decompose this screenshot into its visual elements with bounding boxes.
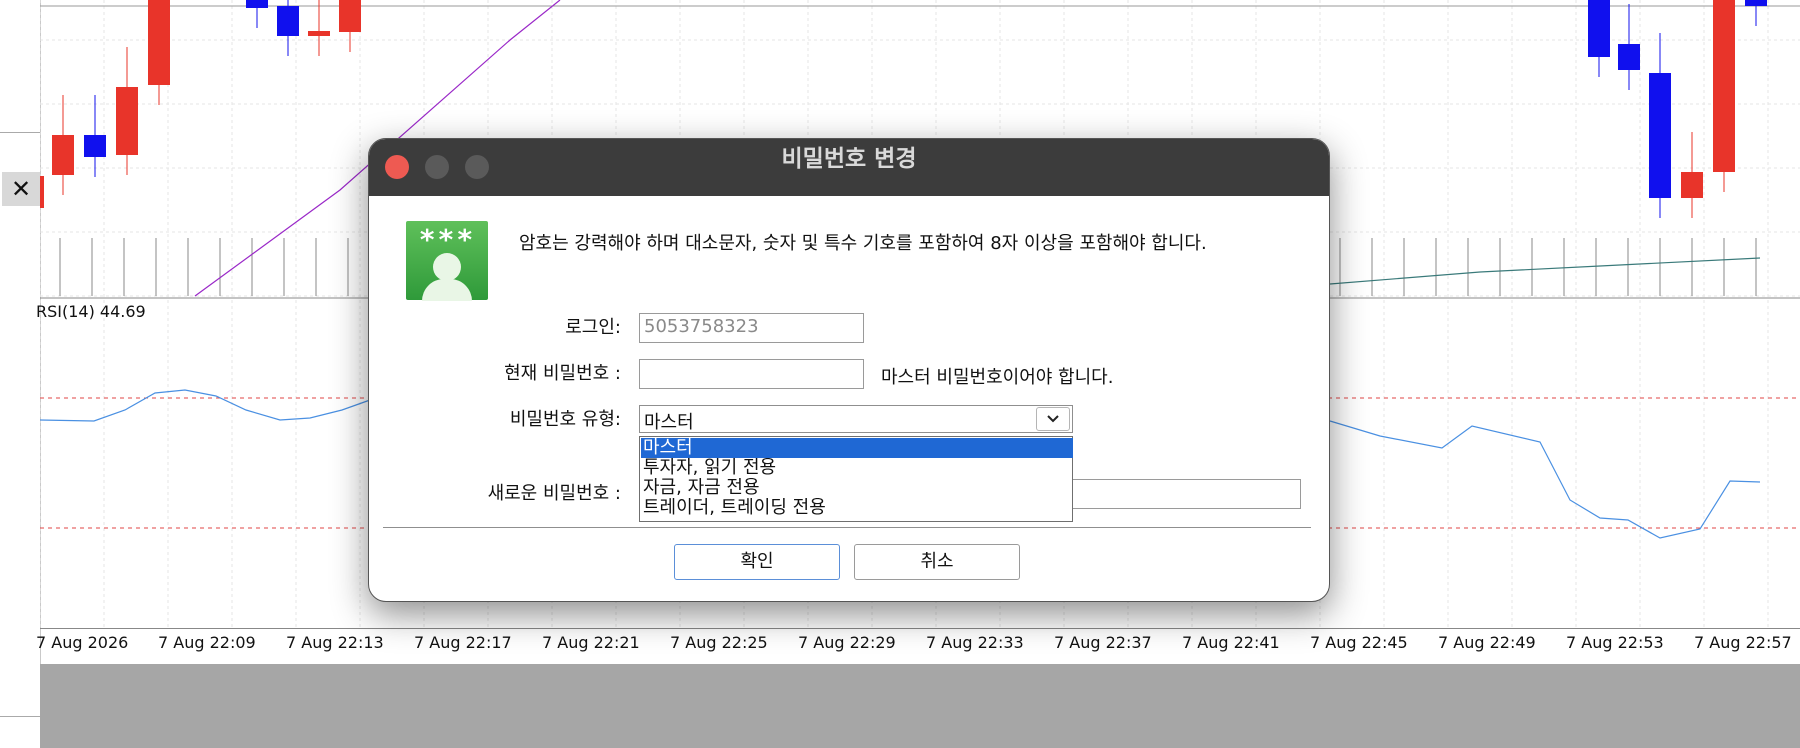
chevron-down-icon [1047, 415, 1059, 423]
option-trader[interactable]: 트레이더, 트레이딩 전용 [641, 498, 1073, 518]
candlestick [339, 0, 361, 32]
candlestick [1745, 0, 1767, 6]
user-password-icon: *** [406, 221, 488, 301]
ok-button[interactable]: 확인 [674, 544, 840, 580]
option-investor[interactable]: 투자자, 읽기 전용 [641, 458, 1073, 478]
panel-divider [0, 132, 40, 133]
time-tick-label: 7 Aug 22:13 [286, 633, 384, 652]
user-head-shape [433, 253, 461, 281]
candlestick [52, 135, 74, 175]
time-tick-label: 7 Aug 22:25 [670, 633, 768, 652]
dropdown-button[interactable] [1036, 407, 1070, 431]
dialog-titlebar[interactable]: 비밀번호 변경 [369, 139, 1329, 196]
candlestick [246, 0, 268, 8]
time-tick-label: 7 Aug 22:17 [414, 633, 512, 652]
time-tick-label: 7 Aug 22:53 [1566, 633, 1664, 652]
time-tick-label: 7 Aug 22:29 [798, 633, 896, 652]
current-password-label: 현재 비밀번호 : [504, 363, 621, 384]
login-label: 로그인: [565, 317, 621, 338]
change-password-dialog: 비밀번호 변경 *** 암호는 강력해야 하며 대소문자, 숫자 및 특수 기호… [368, 138, 1330, 602]
current-password-input[interactable] [639, 359, 864, 389]
volume-average-line [1329, 257, 1761, 285]
dialog-title: 비밀번호 변경 [781, 146, 917, 172]
panel-divider [0, 716, 40, 717]
bottom-panel [40, 664, 1800, 748]
time-tick-label: 7 Aug 22:21 [542, 633, 640, 652]
option-funds[interactable]: 자금, 자금 전용 [641, 478, 1073, 498]
password-stars: *** [418, 223, 476, 256]
candlestick [116, 87, 138, 155]
user-body-shape [422, 279, 472, 301]
candlestick [1681, 172, 1703, 198]
dialog-divider [383, 527, 1311, 528]
candlestick [1618, 44, 1640, 70]
rsi-line [40, 389, 371, 422]
time-tick-label: 7 Aug 2026 [36, 633, 129, 652]
time-tick-label: 7 Aug 22:37 [1054, 633, 1152, 652]
candlestick [84, 135, 106, 157]
password-type-select[interactable]: 마스터 [639, 405, 1073, 433]
left-panel-strip: ✕ [0, 0, 41, 748]
time-tick-label: 7 Aug 22:09 [158, 633, 256, 652]
candlestick [1649, 73, 1671, 198]
time-tick-label: 7 Aug 22:33 [926, 633, 1024, 652]
time-tick-label: 7 Aug 22:45 [1310, 633, 1408, 652]
candlestick [308, 31, 330, 36]
time-tick-label: 7 Aug 22:49 [1438, 633, 1536, 652]
password-type-selected: 마스터 [644, 412, 694, 433]
time-axis: 7 Aug 2026 7 Aug 22:09 7 Aug 22:13 7 Aug 22… [36, 628, 1800, 665]
candlestick [277, 6, 299, 36]
candlestick [1588, 0, 1610, 57]
cancel-button[interactable]: 취소 [854, 544, 1020, 580]
rsi-line [1329, 420, 1761, 539]
time-tick-label: 7 Aug 22:57 [1694, 633, 1792, 652]
option-master[interactable]: 마스터 [641, 438, 1073, 458]
close-panel-icon[interactable]: ✕ [2, 172, 40, 206]
time-tick-label: 7 Aug 22:41 [1182, 633, 1280, 652]
candlestick [40, 176, 44, 208]
rsi-indicator-label: RSI(14) 44.69 [36, 302, 146, 321]
candlestick [148, 0, 170, 85]
login-field[interactable]: 5053758323 [639, 313, 864, 343]
current-password-hint: 마스터 비밀번호이어야 합니다. [881, 367, 1114, 388]
password-requirements-text: 암호는 강력해야 하며 대소문자, 숫자 및 특수 기호를 포함하여 8자 이상… [519, 233, 1207, 254]
password-type-dropdown[interactable]: 마스터 투자자, 읽기 전용 자금, 자금 전용 트레이더, 트레이딩 전용 [639, 436, 1073, 522]
new-password-label: 새로운 비밀번호 : [487, 483, 621, 504]
candlestick [1713, 0, 1735, 172]
password-type-label: 비밀번호 유형: [509, 409, 621, 430]
